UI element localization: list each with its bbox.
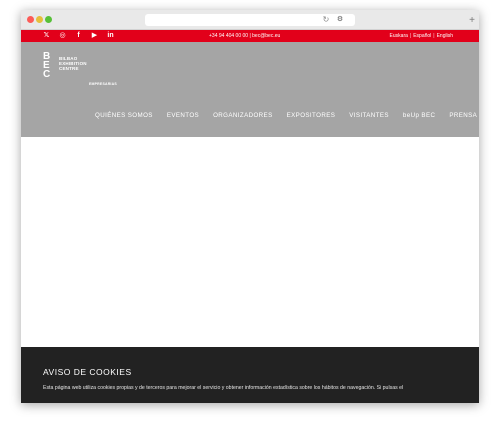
social-links: 𝕏 ◎ f ▶ in xyxy=(43,30,114,42)
logo-wordmark: BILBAO EXHIBITION CENTRE xyxy=(59,56,87,71)
main-nav: QUIÉNES SOMOS EVENTOS ORGANIZADORES EXPO… xyxy=(95,110,479,122)
logo-letter: C xyxy=(43,69,51,80)
close-window-button[interactable] xyxy=(27,16,34,23)
lang-english[interactable]: English xyxy=(437,33,453,39)
main-content xyxy=(21,137,479,347)
bec-logo[interactable]: B E C xyxy=(43,52,55,80)
top-info-bar: 𝕏 ◎ f ▶ in +34 94 404 00 00 | bec@bec.eu… xyxy=(21,30,479,42)
site-header: B E C BILBAO EXHIBITION CENTRE EMPRESARI… xyxy=(21,42,479,137)
lang-espanol[interactable]: Español xyxy=(413,33,431,39)
nav-item-organizadores[interactable]: ORGANIZADORES xyxy=(213,110,273,122)
instagram-icon[interactable]: ◎ xyxy=(59,30,66,42)
linkedin-icon[interactable]: in xyxy=(107,30,114,42)
x-twitter-icon[interactable]: 𝕏 xyxy=(43,30,50,42)
browser-chrome: ↻ ⚙ + xyxy=(21,10,479,30)
contact-info[interactable]: +34 94 404 00 00 | bec@bec.eu xyxy=(209,30,280,42)
logo-line: CENTRE xyxy=(59,66,79,71)
extension-icon[interactable]: ⚙ xyxy=(334,14,346,26)
new-tab-icon[interactable]: + xyxy=(467,16,477,26)
logo-subtitle: EMPRESARIAS xyxy=(89,82,117,86)
nav-item-expositores[interactable]: EXPOSITORES xyxy=(287,110,336,122)
nav-item-visitantes[interactable]: VISITANTES xyxy=(349,110,389,122)
nav-item-eventos[interactable]: EVENTOS xyxy=(167,110,199,122)
youtube-icon[interactable]: ▶ xyxy=(91,30,98,42)
nav-item-quienes-somos[interactable]: QUIÉNES SOMOS xyxy=(95,110,153,122)
nav-item-prensa[interactable]: PRENSA xyxy=(449,110,477,122)
language-switcher: Euskara | Español | English xyxy=(390,30,453,42)
cookie-banner: AVISO DE COOKIES Esta página web utiliza… xyxy=(21,347,479,403)
nav-item-beup-bec[interactable]: beUp BEC xyxy=(403,110,435,122)
minimize-window-button[interactable] xyxy=(36,16,43,23)
facebook-icon[interactable]: f xyxy=(75,30,82,42)
cookie-title: AVISO DE COOKIES xyxy=(43,367,132,377)
divider: | xyxy=(409,33,412,39)
maximize-window-button[interactable] xyxy=(45,16,52,23)
lang-euskara[interactable]: Euskara xyxy=(390,33,408,39)
divider: | xyxy=(433,33,435,39)
browser-window: ↻ ⚙ + 𝕏 ◎ f ▶ in +34 94 404 00 00 | bec@… xyxy=(21,10,479,403)
cookie-text: Esta página web utiliza cookies propias … xyxy=(43,385,404,391)
reload-icon[interactable]: ↻ xyxy=(321,14,331,26)
